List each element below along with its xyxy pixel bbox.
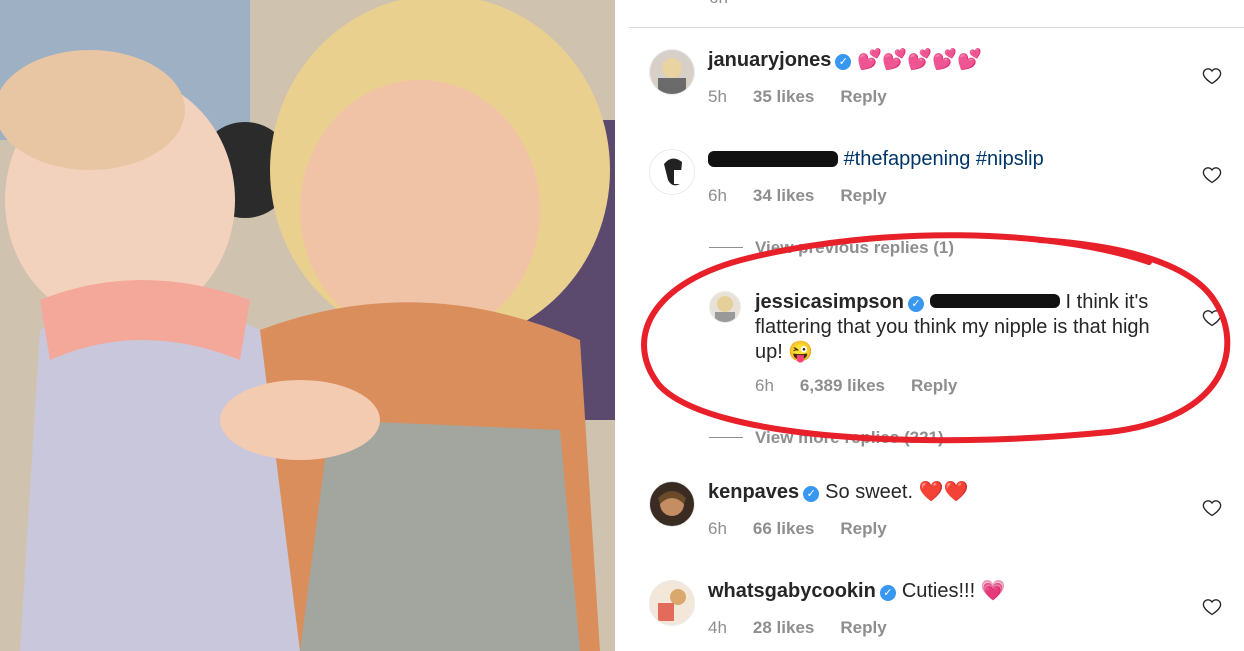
photo-divider: [615, 0, 629, 651]
photo-illustration: [0, 0, 615, 651]
red-circle-annotation: [641, 232, 1231, 444]
post-photo: [0, 0, 615, 651]
comments-panel: 6h januaryjones✓💕💕💕💕💕 5h35 likesReply #t…: [629, 0, 1244, 651]
